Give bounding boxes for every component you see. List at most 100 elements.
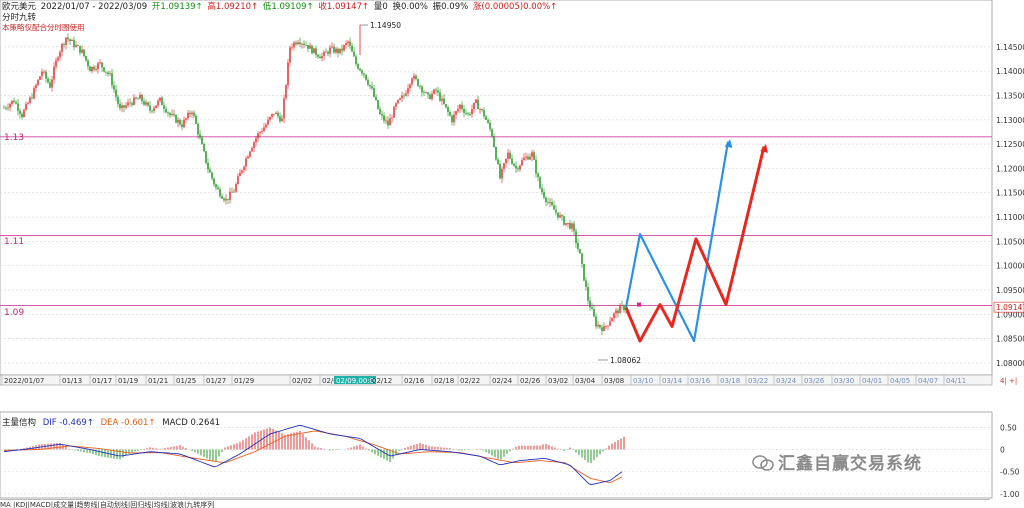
price-tick: 1.10500	[996, 237, 1024, 246]
candle-body	[619, 305, 621, 314]
date-label: 03/02	[548, 377, 568, 385]
candle-body	[407, 88, 409, 94]
candle-body	[511, 158, 513, 164]
candle-body	[371, 86, 373, 89]
candle-body	[151, 110, 153, 112]
candle-body	[603, 326, 605, 331]
candle-body	[121, 105, 123, 109]
candle-body	[517, 168, 519, 170]
candle-body	[141, 94, 143, 102]
candle-body	[239, 172, 241, 177]
candle-body	[307, 45, 309, 49]
price-tick: 1.09500	[996, 286, 1024, 295]
candle-body	[231, 191, 233, 193]
date-axis[interactable]: 2022/01/07 01/13 01/17 01/19 01/21 01/25 01/27…	[0, 374, 993, 386]
candle-body	[205, 151, 207, 163]
candle-body	[479, 109, 481, 110]
candle-body	[209, 169, 211, 173]
candle-body	[137, 98, 139, 100]
candle-body	[281, 118, 283, 122]
candle-body	[519, 165, 521, 170]
candle-body	[321, 56, 323, 59]
candle-body	[133, 97, 135, 105]
candle-body	[497, 159, 499, 165]
candle-body	[173, 113, 175, 116]
candle-body	[293, 42, 295, 48]
candle-body	[329, 47, 331, 54]
candle-body	[267, 119, 269, 125]
candle-body	[451, 115, 453, 123]
candle-body	[91, 66, 93, 72]
candle-body	[163, 105, 165, 109]
candle-body	[83, 49, 85, 57]
candle-body	[421, 86, 423, 93]
candle-body	[487, 119, 489, 123]
candle-body	[217, 187, 219, 190]
date-label: 03/24	[776, 377, 797, 385]
candle-body	[249, 151, 251, 157]
candle-body	[65, 37, 67, 45]
candle-body	[435, 89, 437, 91]
axis-zoom-controls[interactable]: 4| +|	[1000, 377, 1017, 385]
candle-body	[505, 158, 507, 164]
date-label: 03/14	[662, 377, 683, 385]
price-axis: 1.14500 1.14000 1.13500 1.13000 1.12500 1.120…	[993, 43, 1024, 368]
candle-body	[43, 71, 45, 73]
candle-body	[201, 137, 203, 145]
candle-body	[327, 51, 329, 54]
candle-body	[115, 89, 117, 97]
candle-body	[325, 51, 327, 53]
candle-body	[127, 102, 129, 106]
candle-body	[17, 103, 19, 111]
low-marker-label: 1.08062	[610, 356, 641, 365]
candle-body	[187, 112, 189, 119]
date-label: 01/27	[206, 377, 226, 385]
candle-body	[55, 60, 57, 67]
candle-body	[147, 102, 149, 106]
candle-body	[355, 56, 357, 65]
candle-body	[259, 132, 261, 134]
candle-body	[573, 223, 575, 232]
candle-body	[251, 147, 253, 152]
candle-body	[297, 42, 299, 45]
date-label: 04/11	[946, 377, 966, 385]
candle-body	[3, 107, 5, 109]
candle-body	[345, 43, 347, 46]
candle-body	[441, 98, 443, 101]
candle-body	[341, 48, 343, 51]
date-label: 03/16	[690, 377, 711, 385]
candle-body	[61, 44, 63, 52]
candle-body	[533, 152, 535, 160]
candle-body	[589, 300, 591, 308]
candle-body	[393, 106, 395, 118]
candle-body	[551, 201, 553, 206]
candle-body	[617, 310, 619, 314]
candle-body	[493, 136, 495, 147]
candle-body	[547, 202, 549, 203]
candle-body	[89, 66, 91, 72]
candle-body	[215, 184, 217, 188]
candle-body	[597, 324, 599, 327]
candle-body	[95, 69, 97, 70]
candle-body	[211, 172, 213, 179]
date-label: 01/19	[118, 377, 138, 385]
candle-body	[153, 107, 155, 111]
candle-body	[481, 109, 483, 111]
candle-body	[125, 105, 127, 108]
chart-canvas[interactable]: 1.14950 1.08062 1.14500 1.14000 1.13500 1.13…	[0, 0, 1024, 507]
candle-body	[531, 152, 533, 157]
candle-body	[19, 110, 21, 114]
macd-tick: -1.00	[1000, 490, 1020, 499]
candle-body	[503, 163, 505, 169]
symbol-name: 欧元美元	[2, 2, 37, 12]
candle-body	[221, 196, 223, 199]
price-tick: 1.10000	[996, 262, 1024, 271]
candle-body	[431, 93, 433, 100]
candle-body	[311, 45, 313, 54]
candle-body	[207, 162, 209, 170]
candle-body	[143, 101, 145, 105]
candle-body	[135, 97, 137, 99]
candle-body	[549, 201, 551, 203]
candle-body	[571, 223, 573, 229]
date-label: 2022/01/07	[4, 377, 44, 385]
